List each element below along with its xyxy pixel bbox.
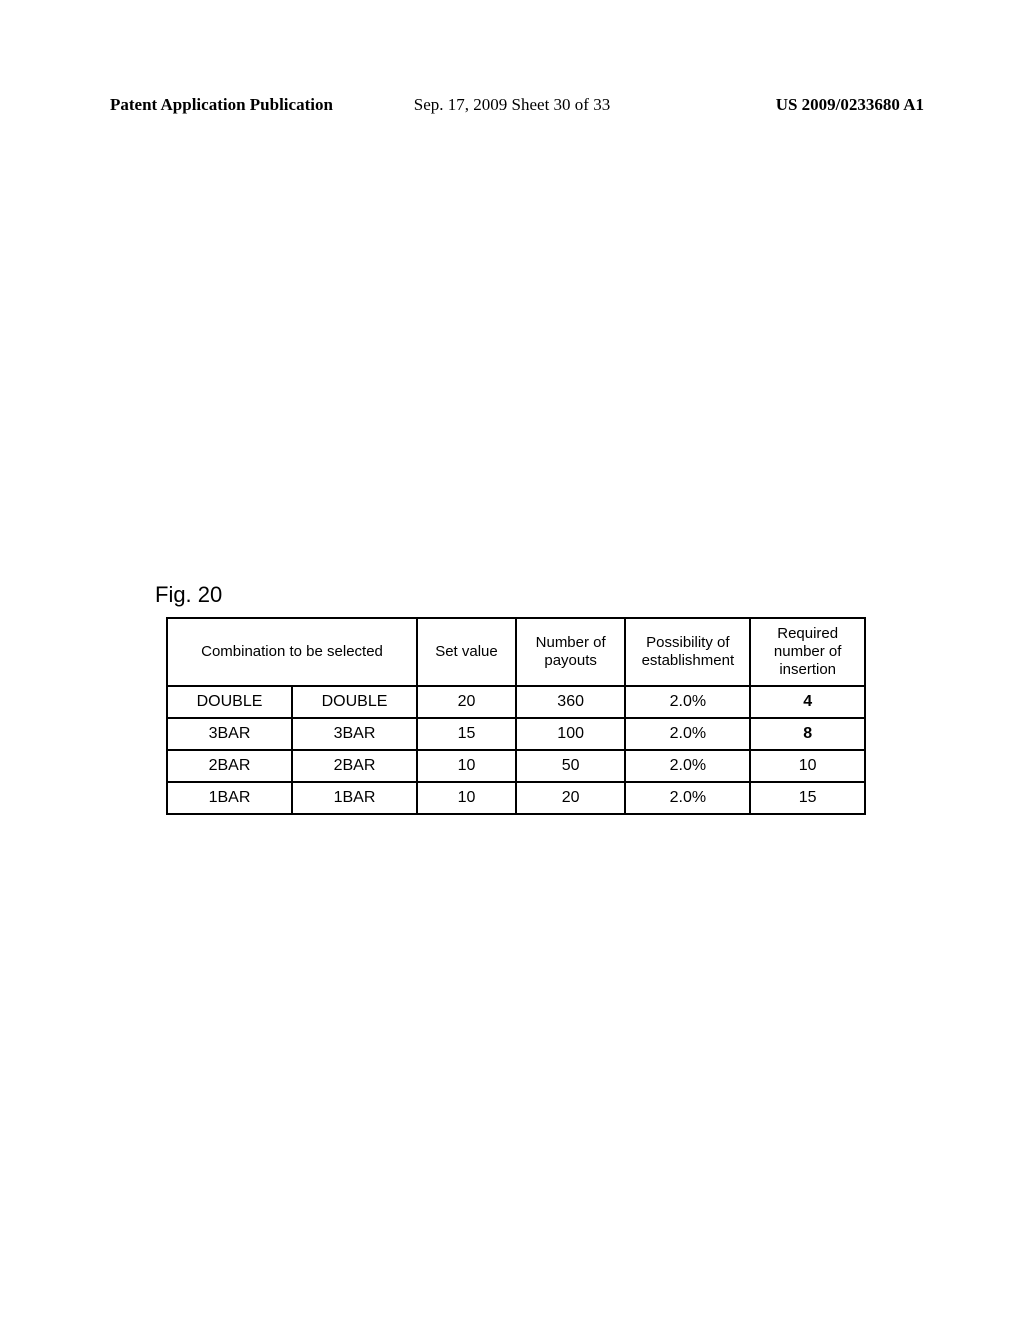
figure-label: Fig. 20 — [155, 582, 222, 608]
header-left: Patent Application Publication — [110, 95, 333, 115]
cell-combo2: 1BAR — [292, 782, 417, 814]
cell-set-value: 10 — [417, 750, 516, 782]
cell-combo1: 1BAR — [167, 782, 292, 814]
cell-set-value: 20 — [417, 686, 516, 718]
cell-required: 8 — [750, 718, 865, 750]
figure-table: Combination to be selected Set value Num… — [166, 617, 866, 815]
payout-table: Combination to be selected Set value Num… — [166, 617, 866, 815]
cell-num-payouts: 20 — [516, 782, 625, 814]
cell-combo2: 3BAR — [292, 718, 417, 750]
th-possibility: Possibility of establishment — [625, 618, 750, 686]
cell-set-value: 10 — [417, 782, 516, 814]
cell-required: 10 — [750, 750, 865, 782]
cell-combo2: DOUBLE — [292, 686, 417, 718]
table-header-row: Combination to be selected Set value Num… — [167, 618, 865, 686]
cell-required: 4 — [750, 686, 865, 718]
th-set-value: Set value — [417, 618, 516, 686]
cell-combo2: 2BAR — [292, 750, 417, 782]
header-center: Sep. 17, 2009 Sheet 30 of 33 — [414, 95, 610, 115]
th-required: Required number of insertion — [750, 618, 865, 686]
cell-set-value: 15 — [417, 718, 516, 750]
header-right: US 2009/0233680 A1 — [776, 95, 924, 115]
cell-possibility: 2.0% — [625, 718, 750, 750]
table-row: 3BAR 3BAR 15 100 2.0% 8 — [167, 718, 865, 750]
cell-possibility: 2.0% — [625, 782, 750, 814]
th-num-payouts: Number of payouts — [516, 618, 625, 686]
cell-combo1: 2BAR — [167, 750, 292, 782]
cell-num-payouts: 50 — [516, 750, 625, 782]
table-row: 1BAR 1BAR 10 20 2.0% 15 — [167, 782, 865, 814]
table-row: 2BAR 2BAR 10 50 2.0% 10 — [167, 750, 865, 782]
cell-possibility: 2.0% — [625, 750, 750, 782]
cell-required: 15 — [750, 782, 865, 814]
cell-num-payouts: 100 — [516, 718, 625, 750]
cell-num-payouts: 360 — [516, 686, 625, 718]
cell-possibility: 2.0% — [625, 686, 750, 718]
th-combination: Combination to be selected — [167, 618, 417, 686]
cell-combo1: 3BAR — [167, 718, 292, 750]
table-row: DOUBLE DOUBLE 20 360 2.0% 4 — [167, 686, 865, 718]
cell-combo1: DOUBLE — [167, 686, 292, 718]
page-header: Patent Application Publication Sep. 17, … — [0, 95, 1024, 115]
